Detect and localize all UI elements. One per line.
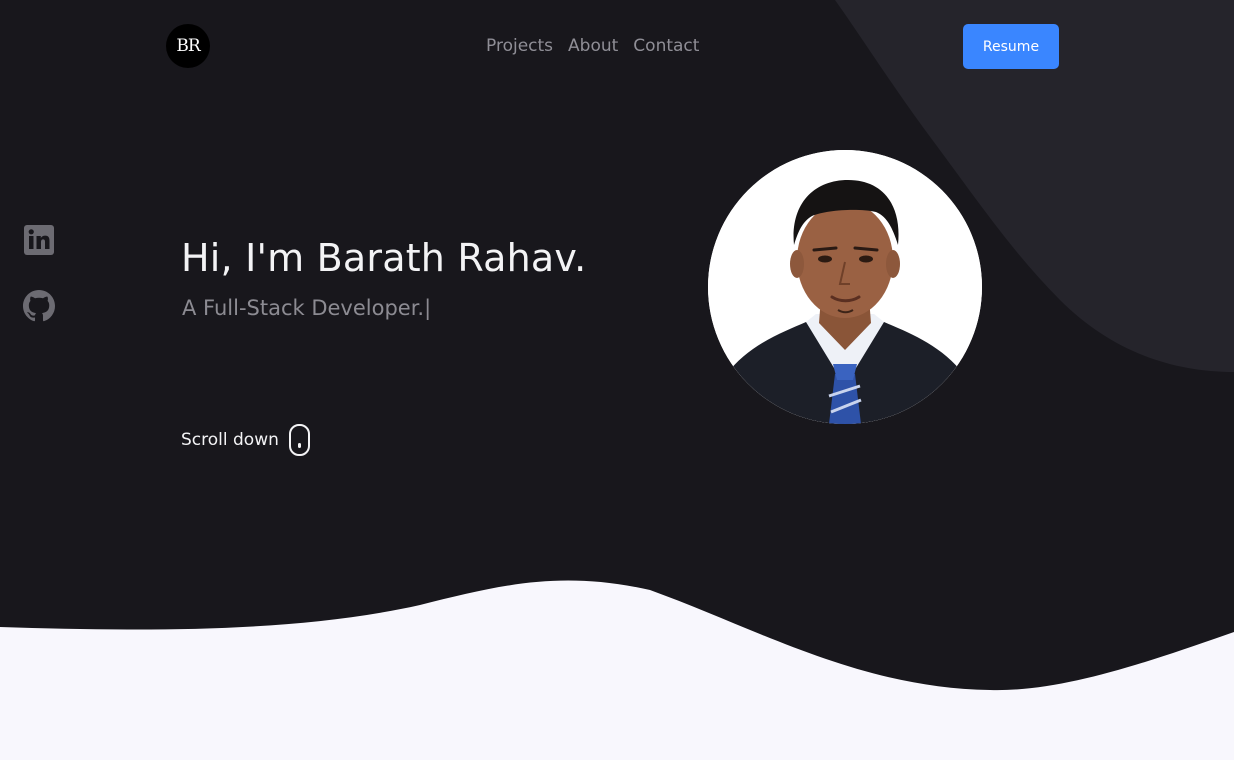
main-nav: Projects About Contact xyxy=(486,34,699,58)
resume-button[interactable]: Resume xyxy=(963,24,1059,69)
background-waves xyxy=(0,0,1234,760)
github-link[interactable] xyxy=(23,290,55,322)
github-icon xyxy=(23,290,55,322)
linkedin-link[interactable] xyxy=(23,224,55,256)
typing-cursor: | xyxy=(424,296,432,320)
nav-link-about[interactable]: About xyxy=(568,34,618,58)
nav-link-contact[interactable]: Contact xyxy=(633,34,699,58)
hero-subtitle: A Full-Stack Developer.| xyxy=(182,296,431,320)
mouse-scroll-icon xyxy=(288,424,310,456)
nav-link-projects[interactable]: Projects xyxy=(486,34,553,58)
profile-photo xyxy=(708,150,982,424)
logo-text: BR xyxy=(176,36,200,56)
linkedin-icon xyxy=(24,225,54,255)
hero-page: BR Projects About Contact Resume Hi, I'm… xyxy=(0,0,1234,760)
profile-portrait-illustration xyxy=(708,150,982,424)
hero-title: Hi, I'm Barath Rahav. xyxy=(181,236,587,280)
scroll-down-label: Scroll down xyxy=(181,430,279,450)
scroll-down-link[interactable]: Scroll down xyxy=(181,424,310,456)
logo[interactable]: BR xyxy=(166,24,210,68)
hero-subtitle-text: A Full-Stack Developer. xyxy=(182,296,425,320)
